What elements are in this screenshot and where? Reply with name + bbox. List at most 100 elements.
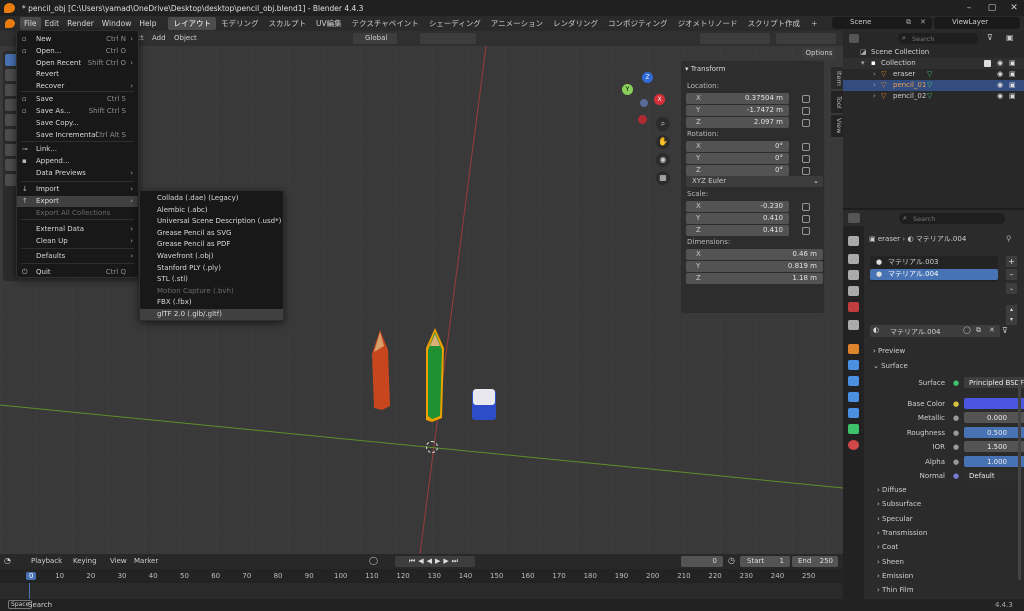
lock-icon[interactable] [802,167,810,175]
gizmo-x-axis[interactable]: X [654,94,665,105]
render-properties-icon[interactable] [848,254,859,264]
view-menu[interactable]: View [110,557,127,565]
lock-icon[interactable] [802,95,810,103]
remove-icon[interactable]: ✕ [920,18,926,26]
add-workspace-button[interactable]: + [807,19,821,28]
camera-icon[interactable]: ▣ [1009,69,1016,80]
camera-icon[interactable]: ▣ [1009,80,1016,91]
copy-icon[interactable]: ⧉ [906,18,911,27]
pencil-02-object[interactable] [372,330,390,410]
export-item-alembic-abc[interactable]: Alembic (.abc) [140,205,283,216]
tab-tool[interactable]: Tool [831,91,843,113]
perspective-toggle-icon[interactable]: ▦ [656,171,670,185]
tab-workspace-4[interactable]: テクスチャペイント [347,17,424,30]
physics-properties-icon[interactable] [848,392,859,402]
close-button[interactable]: ✕ [1007,2,1021,14]
keyframe-area[interactable] [0,583,843,599]
file-menu-item-defaults[interactable]: Defaults › [17,251,138,262]
camera-view-icon[interactable]: ◉ [656,153,670,167]
alpha-field[interactable]: 1.000 [964,455,1024,467]
duplicate-icon[interactable]: ⧉ [976,326,981,335]
scale-y-field[interactable]: Y 0.410 [686,213,789,224]
rotation-z-field[interactable]: Z 0° [686,165,789,176]
checkbox-icon[interactable] [984,60,991,67]
playback-controls[interactable]: ⏮◀◀▶▶⏭ [395,556,475,567]
camera-icon[interactable]: ▣ [1009,58,1016,69]
tab-view[interactable]: View [831,115,843,137]
file-menu-item-link[interactable]: ⊸ Link... [17,144,138,155]
surface-shader-dropdown[interactable]: Principled BSDF [964,377,1024,388]
menu-help[interactable]: Help [135,17,160,30]
lock-icon[interactable] [802,143,810,151]
menu-file[interactable]: File [20,17,41,30]
scale-x-field[interactable]: X -0.230 [686,201,789,212]
material-browse-icon[interactable]: ◐ [873,326,879,334]
eye-icon[interactable]: ◉ [997,58,1003,69]
record-icon[interactable]: ◯ [369,556,381,567]
3d-cursor-icon[interactable] [426,441,438,453]
export-item-collada-dae-legacy[interactable]: Collada (.dae) (Legacy) [140,193,283,204]
export-item-motion-capture-bvh[interactable]: Motion Capture (.bvh) [140,286,283,297]
modifier-properties-icon[interactable] [848,360,859,370]
export-item-grease-pencil-as-pdf[interactable]: Grease Pencil as PDF [140,239,283,250]
filter-icon[interactable]: ⊽ [1002,326,1008,335]
output-properties-icon[interactable] [848,270,859,280]
normal-input[interactable]: Default [964,470,1024,481]
pan-icon[interactable]: ✋ [656,135,670,149]
file-menu-item-export[interactable]: ↑ Export › [17,196,138,207]
location-z-field[interactable]: Z 2.097 m [686,117,789,128]
properties-editor-icon[interactable] [848,213,860,223]
dimensions-y-field[interactable]: Y 0.819 m [686,261,823,272]
start-frame-input[interactable]: Start 1 [740,556,790,567]
export-item-gltf-2-0-glb-gltf[interactable]: glTF 2.0 (.glb/.gltf) [140,309,283,320]
diffuse-section[interactable]: › Diffuse [877,486,907,494]
eye-icon[interactable]: ◉ [997,80,1003,91]
playback-menu[interactable]: Playback [31,557,62,565]
keying-menu[interactable]: Keying [73,557,97,565]
view-layer-properties-icon[interactable] [848,286,859,296]
lock-icon[interactable] [802,155,810,163]
zoom-icon[interactable]: ⌕ [656,117,670,131]
sheen-section[interactable]: › Sheen [877,558,904,566]
dimensions-z-field[interactable]: Z 1.18 m [686,273,823,284]
tool-properties-icon[interactable] [848,236,859,246]
options-dropdown[interactable]: Options [802,48,836,59]
tab-workspace-1[interactable]: モデリング [216,17,264,30]
dimensions-x-field[interactable]: X 0.46 m [686,249,823,260]
file-menu-item-clean-up[interactable]: Clean Up › [17,236,138,247]
end-frame-input[interactable]: End 250 [792,556,838,567]
specular-section[interactable]: › Specular [877,515,913,523]
tab-workspace-2[interactable]: スカルプト [263,17,311,30]
overlay-controls[interactable] [700,33,770,44]
location-x-field[interactable]: X 0.37504 m [686,93,789,104]
location-y-field[interactable]: Y -1.7472 m [686,105,789,116]
roughness-field[interactable]: 0.500 [964,426,1024,438]
blender-menu-icon[interactable] [2,17,20,30]
file-menu-item-export-all-collections[interactable]: Export All Collections [17,208,138,219]
lock-icon[interactable] [802,215,810,223]
eye-icon[interactable]: ◉ [997,69,1003,80]
coat-section[interactable]: › Coat [877,543,898,551]
file-menu-item-quit[interactable]: ⏻ Quit Ctrl Q [17,267,138,278]
chevron-right-icon[interactable]: › [873,91,876,102]
menu-render[interactable]: Render [63,17,98,30]
move-slot-buttons[interactable]: ▴ ▾ [1006,305,1017,325]
material-slot-selected[interactable]: ● マテリアル.004 [870,269,998,280]
export-item-fbx-fbx[interactable]: FBX (.fbx) [140,297,283,308]
rotation-mode-dropdown[interactable]: XYZ Euler ⌄ [686,176,823,187]
tab-workspace-8[interactable]: コンポジティング [603,17,673,30]
filter-icon[interactable]: ⊽ [987,33,993,42]
material-slot[interactable]: ● マテリアル.003 [870,257,998,268]
file-menu-item-recover[interactable]: Recover › [17,81,138,92]
data-properties-icon[interactable] [848,424,859,434]
outliner-search-input[interactable]: ⌕ Search [898,33,978,44]
tab-workspace-0[interactable]: レイアウト [168,17,216,30]
constraints-properties-icon[interactable] [848,408,859,418]
tab-workspace-9[interactable]: ジオメトリノード [673,17,743,30]
clock-icon[interactable]: ◷ [728,556,735,565]
preview-section[interactable]: › Preview [873,347,905,355]
marker-menu[interactable]: Marker [134,557,158,565]
lock-icon[interactable] [802,119,810,127]
snap-controls[interactable] [420,33,476,44]
chevron-right-icon[interactable]: › [873,80,876,91]
